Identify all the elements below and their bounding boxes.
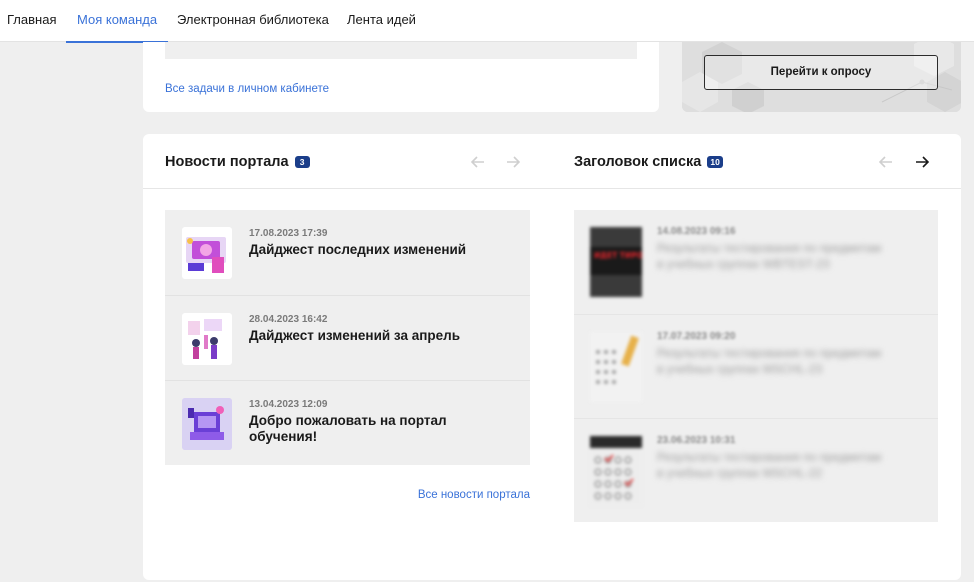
- team-illustration-icon: [182, 313, 232, 365]
- list-date: 14.08.2023 09:16: [657, 226, 736, 237]
- news-date: 13.04.2023 12:09: [249, 399, 328, 410]
- news-title[interactable]: Дайджест последних изменений: [249, 242, 509, 258]
- panel-divider: [552, 188, 961, 189]
- list-count-badge: 10: [707, 156, 723, 168]
- prev-arrow-icon[interactable]: [877, 153, 895, 171]
- list-text[interactable]: Результаты тестирования по предметам в у…: [657, 449, 887, 481]
- tab-home[interactable]: Главная: [7, 0, 56, 42]
- test-sheet-image-icon: [590, 332, 642, 402]
- list-items: ИДЕТ ТИРОВАНИ 14.08.2023 09:16 Результат…: [574, 210, 938, 522]
- news-date: 17.08.2023 17:39: [249, 228, 328, 239]
- digest-illustration-icon: [182, 227, 232, 279]
- answer-sheet-image-icon: [590, 436, 642, 506]
- all-news-link[interactable]: Все новости портала: [418, 489, 530, 501]
- tab-ideas-feed[interactable]: Лента идей: [347, 0, 416, 42]
- welcome-illustration-icon: [182, 398, 232, 450]
- news-title[interactable]: Добро пожаловать на портал обучения!: [249, 413, 509, 445]
- news-item[interactable]: 28.04.2023 16:42 Дайджест изменений за а…: [165, 295, 530, 380]
- all-tasks-link[interactable]: Все задачи в личном кабинете: [165, 83, 329, 95]
- tab-my-team[interactable]: Моя команда: [65, 0, 169, 43]
- tab-e-library[interactable]: Электронная библиотека: [177, 0, 329, 42]
- testing-sign-image-icon: ИДЕТ ТИРОВАНИ: [590, 227, 642, 297]
- list-item[interactable]: 17.07.2023 09:20 Результаты тестирования…: [574, 314, 938, 418]
- news-panel-title: Новости портала: [165, 154, 289, 170]
- list-panel: Заголовок списка 10 ИДЕТ ТИРОВАНИ 14.08.…: [552, 134, 961, 580]
- list-item[interactable]: 23.06.2023 10:31 Результаты тестирования…: [574, 418, 938, 522]
- panel-divider: [143, 188, 552, 189]
- top-navigation: Главная Моя команда Электронная библиоте…: [0, 0, 974, 43]
- survey-card: Перейти к опросу: [682, 42, 961, 112]
- go-to-survey-button[interactable]: Перейти к опросу: [704, 55, 938, 90]
- list-date: 23.06.2023 10:31: [657, 435, 736, 446]
- list-text[interactable]: Результаты тестирования по предметам в у…: [657, 345, 887, 377]
- news-panel: Новости портала 3 17.08.2023 17:39 Дайдж…: [143, 134, 552, 580]
- next-arrow-icon[interactable]: [504, 153, 522, 171]
- list-date: 17.07.2023 09:20: [657, 331, 736, 342]
- news-list: 17.08.2023 17:39 Дайджест последних изме…: [165, 210, 530, 465]
- prev-arrow-icon[interactable]: [469, 153, 487, 171]
- list-item[interactable]: ИДЕТ ТИРОВАНИ 14.08.2023 09:16 Результат…: [574, 210, 938, 314]
- news-count-badge: 3: [294, 156, 310, 168]
- news-item[interactable]: 17.08.2023 17:39 Дайджест последних изме…: [165, 210, 530, 295]
- news-panel-header: Новости портала 3: [165, 154, 310, 170]
- list-panel-title: Заголовок списка: [574, 154, 702, 170]
- list-text[interactable]: Результаты тестирования по предметам в у…: [657, 240, 887, 272]
- news-title[interactable]: Дайджест изменений за апрель: [249, 328, 509, 344]
- next-arrow-icon[interactable]: [913, 153, 931, 171]
- news-date: 28.04.2023 16:42: [249, 314, 328, 325]
- tasks-card: Все задачи в личном кабинете: [143, 42, 659, 112]
- sign-text: ИДЕТ ТИРОВАНИ: [594, 251, 642, 260]
- tasks-list-remnant: [165, 42, 637, 59]
- list-panel-header: Заголовок списка 10: [574, 154, 723, 170]
- news-item[interactable]: 13.04.2023 12:09 Добро пожаловать на пор…: [165, 380, 530, 465]
